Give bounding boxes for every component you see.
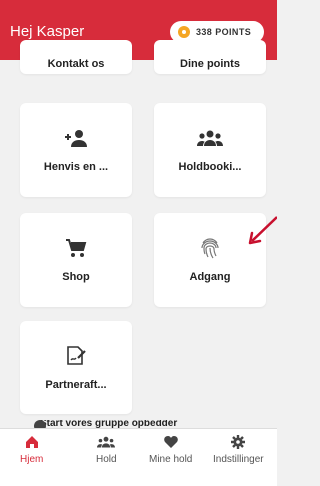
card-booking-label: Holdbooki... [178,161,242,173]
card-shop[interactable]: Shop [20,213,132,307]
card-contact[interactable]: Kontakt os [20,40,132,74]
tab-settings[interactable]: Indstillinger [213,433,264,465]
card-booking[interactable]: Holdbooki... [154,103,266,197]
card-contact-label: Kontakt os [47,58,105,70]
card-access-label: Adgang [189,271,231,283]
points-value: 338 [196,27,213,37]
notification-strip-text: Start vores gruppe opbedder [40,420,178,428]
tab-settings-label: Indstillinger [213,454,264,465]
cart-icon [65,237,87,259]
notification-strip[interactable]: Start vores gruppe opbedder [20,420,266,428]
annotation-arrow-icon [248,216,277,245]
group-icon [97,433,116,451]
tab-home[interactable]: Hjem [20,433,43,465]
tab-hold[interactable]: Hold [96,433,117,465]
card-refer-label: Henvis en ... [43,161,109,173]
card-points-label: Dine points [180,58,240,70]
tab-my-classes[interactable]: Mine hold [149,433,192,465]
card-partner[interactable]: Partneraft... [20,321,132,414]
card-partner-label: Partneraft... [45,378,107,391]
tab-my-classes-label: Mine hold [149,454,193,465]
add-person-icon [63,127,89,149]
card-points[interactable]: Dine points [154,40,266,74]
greeting-title: Hej Kasper [10,23,85,40]
tab-home-label: Hjem [20,454,44,465]
card-shop-label: Shop [62,271,90,283]
coin-icon [178,26,190,38]
group-icon [197,127,223,149]
home-icon [25,433,39,451]
points-label: POINTS [215,27,252,37]
card-refer[interactable]: Henvis en ... [20,103,132,197]
tab-hold-label: Hold [96,454,117,465]
heart-icon [163,433,178,451]
bottom-tab-bar: Hjem Hold Mine hold Indstillinger [0,428,277,486]
info-icon [34,420,46,428]
gear-icon [231,433,246,451]
fingerprint-icon [200,237,220,259]
contract-icon [66,345,86,367]
